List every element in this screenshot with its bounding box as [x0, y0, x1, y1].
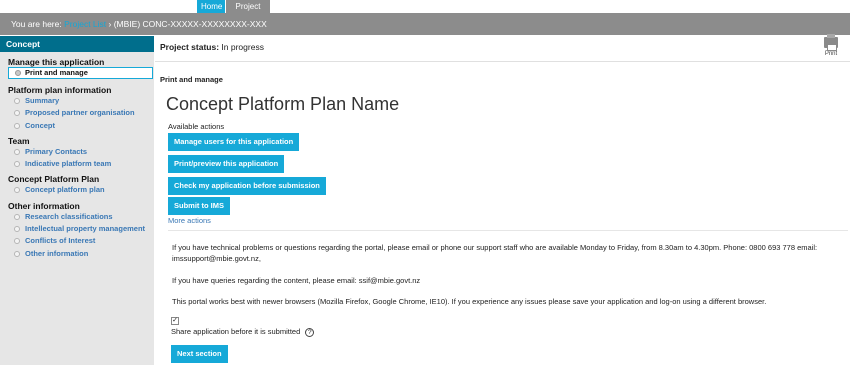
- share-application-label: Share application before it is submitted…: [171, 327, 315, 337]
- sidebar: Concept Manage this application Print an…: [0, 36, 154, 365]
- sidebar-section-team: Team: [8, 135, 30, 146]
- sidebar-item-print-and-manage[interactable]: Print and manage: [8, 67, 153, 79]
- project-status-label: Project status:: [160, 42, 220, 52]
- sidebar-item-other-information[interactable]: Other information: [0, 248, 154, 260]
- browser-info-text: This portal works best with newer browse…: [172, 297, 767, 306]
- header-divider: [155, 61, 850, 62]
- check-application-button[interactable]: Check my application before submission: [168, 177, 326, 195]
- project-status: Project status: In progress: [160, 42, 264, 52]
- sidebar-item-label: Summary: [25, 96, 60, 105]
- sidebar-item-label: Conflicts of Interest: [25, 236, 96, 246]
- next-section-button[interactable]: Next section: [171, 345, 228, 363]
- radio-dot-icon: [14, 161, 20, 168]
- sidebar-item-label: Concept platform plan: [25, 185, 105, 195]
- info-divider: [168, 230, 848, 231]
- share-checkbox[interactable]: ✓: [171, 317, 179, 325]
- top-navigation: Home Project List: [0, 0, 850, 24]
- sidebar-section-manage: Manage this application: [8, 57, 105, 67]
- sidebar-item-label: Concept: [25, 120, 55, 130]
- radio-dot-icon: [14, 213, 20, 220]
- tab-home[interactable]: Home: [197, 0, 225, 13]
- radio-dot-icon: [14, 187, 20, 194]
- section-subtitle: Print and manage: [160, 75, 223, 84]
- sidebar-item-label: Research classifications: [25, 211, 113, 221]
- sidebar-item-label: Other information: [25, 248, 89, 258]
- sidebar-heading: Concept: [0, 36, 154, 52]
- sidebar-item-primary-contacts[interactable]: Primary Contacts: [0, 146, 154, 158]
- radio-dot-icon: [14, 122, 20, 129]
- sidebar-section-concept-platform-plan: Concept Platform Plan: [8, 174, 100, 185]
- support-info-text: If you have technical problems or questi…: [172, 243, 818, 263]
- breadcrumb-project-list-link[interactable]: Project List: [64, 19, 106, 29]
- breadcrumb-prefix: You are here:: [11, 19, 62, 29]
- available-actions-label: Available actions: [168, 122, 225, 131]
- breadcrumb: You are here: Project List › (MBIE) CONC…: [0, 13, 850, 35]
- sidebar-item-label: Primary Contacts: [25, 146, 88, 156]
- sidebar-section-platform-plan: Platform plan information: [8, 85, 112, 95]
- submit-to-ims-button[interactable]: Submit to IMS: [168, 197, 230, 215]
- sidebar-item-concept[interactable]: Concept: [0, 120, 154, 132]
- content-queries-text: If you have queries regarding the conten…: [172, 276, 421, 285]
- radio-dot-icon: [14, 98, 20, 104]
- help-icon[interactable]: ?: [305, 327, 315, 337]
- sidebar-item-concept-platform-plan[interactable]: Concept platform plan: [0, 184, 154, 196]
- sidebar-item-indicative-team[interactable]: Indicative platform team: [0, 158, 154, 170]
- sidebar-item-summary[interactable]: Summary: [0, 95, 154, 107]
- sidebar-item-research-classifications[interactable]: Research classifications: [0, 211, 154, 223]
- radio-dot-icon: [14, 250, 20, 257]
- sidebar-item-label: Proposed partner organisation: [25, 108, 135, 118]
- radio-dot-icon: [15, 70, 21, 76]
- sidebar-item-label: Print and manage: [25, 68, 88, 77]
- radio-dot-icon: [14, 238, 20, 245]
- sidebar-section-other: Other information: [8, 200, 80, 211]
- print-preview-button[interactable]: Print/preview this application: [168, 155, 285, 173]
- print-label: Print: [824, 51, 838, 57]
- page-title: Concept Platform Plan Name: [166, 94, 400, 114]
- sidebar-item-label: Indicative platform team: [25, 159, 112, 169]
- breadcrumb-current: › (MBIE) CONC-XXXXX-XXXXXXXX-XXX: [108, 19, 267, 29]
- radio-dot-icon: [14, 226, 20, 233]
- radio-dot-icon: [14, 110, 20, 117]
- radio-dot-icon: [14, 148, 20, 155]
- printer-icon: [824, 34, 838, 51]
- share-label-text: Share application before it is submitted: [171, 327, 301, 336]
- sidebar-item-conflicts-of-interest[interactable]: Conflicts of Interest: [0, 235, 154, 247]
- print-button[interactable]: Print: [822, 34, 840, 61]
- sidebar-item-label: Intellectual property management: [25, 224, 146, 234]
- manage-users-button[interactable]: Manage users for this application: [168, 133, 300, 151]
- sidebar-item-proposed-partner[interactable]: Proposed partner organisation: [0, 107, 154, 119]
- more-actions-link[interactable]: More actions: [168, 216, 211, 225]
- sidebar-item-ip-management[interactable]: Intellectual property management: [0, 223, 154, 235]
- tab-project-list[interactable]: Project List: [226, 0, 270, 24]
- project-status-value: In progress: [221, 42, 264, 52]
